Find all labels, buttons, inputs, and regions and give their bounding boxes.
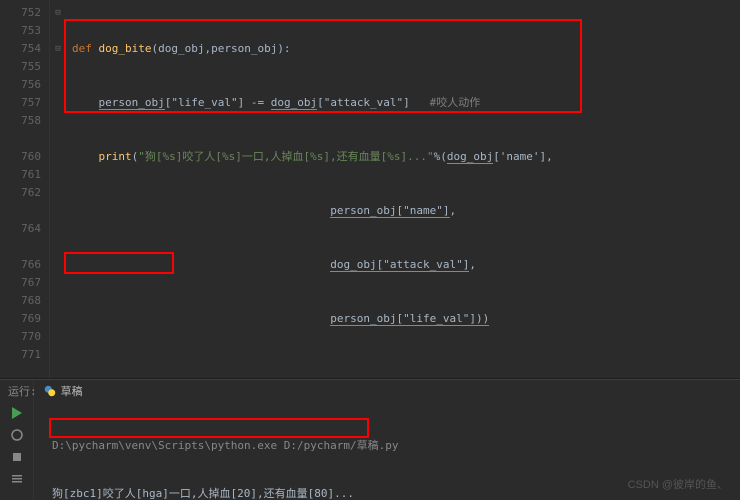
console-tab-bar: 运行: 草稿 (0, 380, 83, 402)
fold-gutter[interactable]: ⊟ ⊟ (50, 0, 66, 378)
line-number-gutter: 752 753 754 755 756 757 758 760 761 762 … (0, 0, 50, 378)
code-editor[interactable]: 752 753 754 755 756 757 758 760 761 762 … (0, 0, 740, 378)
run-icon[interactable] (10, 406, 24, 420)
console-path: D:\pycharm\venv\Scripts\python.exe D:/py… (52, 438, 730, 454)
code-line: person_obj["life_val"])) (72, 310, 740, 328)
watermark: CSDN @彼岸的鱼、 (628, 476, 728, 492)
console-tab-name[interactable]: 草稿 (61, 383, 83, 399)
code-line: def dog_bite(dog_obj,person_obj): (72, 40, 740, 58)
python-icon (43, 384, 57, 398)
run-label: 运行: (8, 383, 37, 399)
settings-icon[interactable] (10, 472, 24, 486)
code-line (72, 364, 740, 378)
code-line: print("狗[%s]咬了人[%s]一口,人掉血[%s],还有血量[%s]..… (72, 148, 740, 166)
code-line: dog_obj["attack_val"], (72, 256, 740, 274)
code-content[interactable]: def dog_bite(dog_obj,person_obj): person… (66, 0, 740, 378)
stop-icon[interactable] (10, 450, 24, 464)
debug-icon[interactable] (10, 428, 24, 442)
code-line: person_obj["life_val"] -= dog_obj["attac… (72, 94, 740, 112)
code-line: person_obj["name"], (72, 202, 740, 220)
